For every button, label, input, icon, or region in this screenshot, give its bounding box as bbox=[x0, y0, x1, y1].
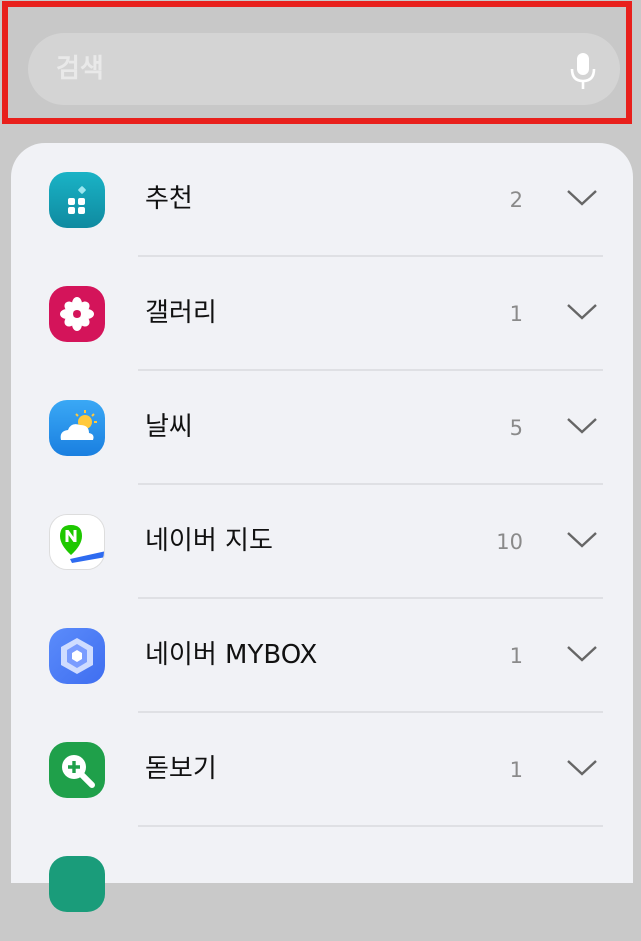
weather-icon bbox=[49, 400, 105, 456]
list-item-naver-map[interactable]: 네이버 지도 10 bbox=[11, 485, 633, 599]
app-icon-partial bbox=[49, 856, 105, 912]
app-label: 네이버 지도 bbox=[145, 526, 273, 556]
list-item-magnifier[interactable]: 돋보기 1 bbox=[11, 713, 633, 827]
app-label: 추천 bbox=[145, 184, 193, 214]
chevron-down-icon[interactable] bbox=[566, 529, 598, 551]
gallery-icon bbox=[49, 286, 105, 342]
chevron-down-icon[interactable] bbox=[566, 415, 598, 437]
app-label: 갤러리 bbox=[145, 298, 217, 328]
app-results-panel: 추천 2 갤러리 1 날씨 5 네이버 지도 10 네이버 MYBOX 1 돋보… bbox=[11, 143, 633, 912]
recommend-icon bbox=[49, 172, 105, 228]
chevron-down-icon[interactable] bbox=[566, 643, 598, 665]
result-count: 5 bbox=[509, 416, 523, 440]
chevron-down-icon[interactable] bbox=[566, 301, 598, 323]
app-label: 돋보기 bbox=[145, 754, 217, 784]
result-count: 10 bbox=[496, 530, 523, 554]
result-count: 1 bbox=[509, 644, 523, 668]
list-item-naver-mybox[interactable]: 네이버 MYBOX 1 bbox=[11, 599, 633, 713]
search-input[interactable] bbox=[56, 33, 536, 105]
naver-map-icon bbox=[49, 514, 105, 570]
result-count: 1 bbox=[509, 302, 523, 326]
result-count: 2 bbox=[509, 188, 523, 212]
list-item-gallery[interactable]: 갤러리 1 bbox=[11, 257, 633, 371]
search-bar-highlight bbox=[2, 1, 632, 124]
result-count: 1 bbox=[509, 758, 523, 782]
app-label: 네이버 MYBOX bbox=[145, 640, 318, 670]
chevron-down-icon[interactable] bbox=[566, 187, 598, 209]
naver-mybox-icon bbox=[49, 628, 105, 684]
app-label: 날씨 bbox=[145, 412, 193, 442]
magnifier-icon bbox=[49, 742, 105, 798]
list-item-recommend[interactable]: 추천 2 bbox=[11, 143, 633, 257]
list-item-weather[interactable]: 날씨 5 bbox=[11, 371, 633, 485]
search-bar[interactable] bbox=[28, 33, 620, 105]
microphone-icon[interactable] bbox=[568, 51, 598, 91]
chevron-down-icon[interactable] bbox=[566, 757, 598, 779]
list-item-partial[interactable] bbox=[11, 827, 633, 941]
